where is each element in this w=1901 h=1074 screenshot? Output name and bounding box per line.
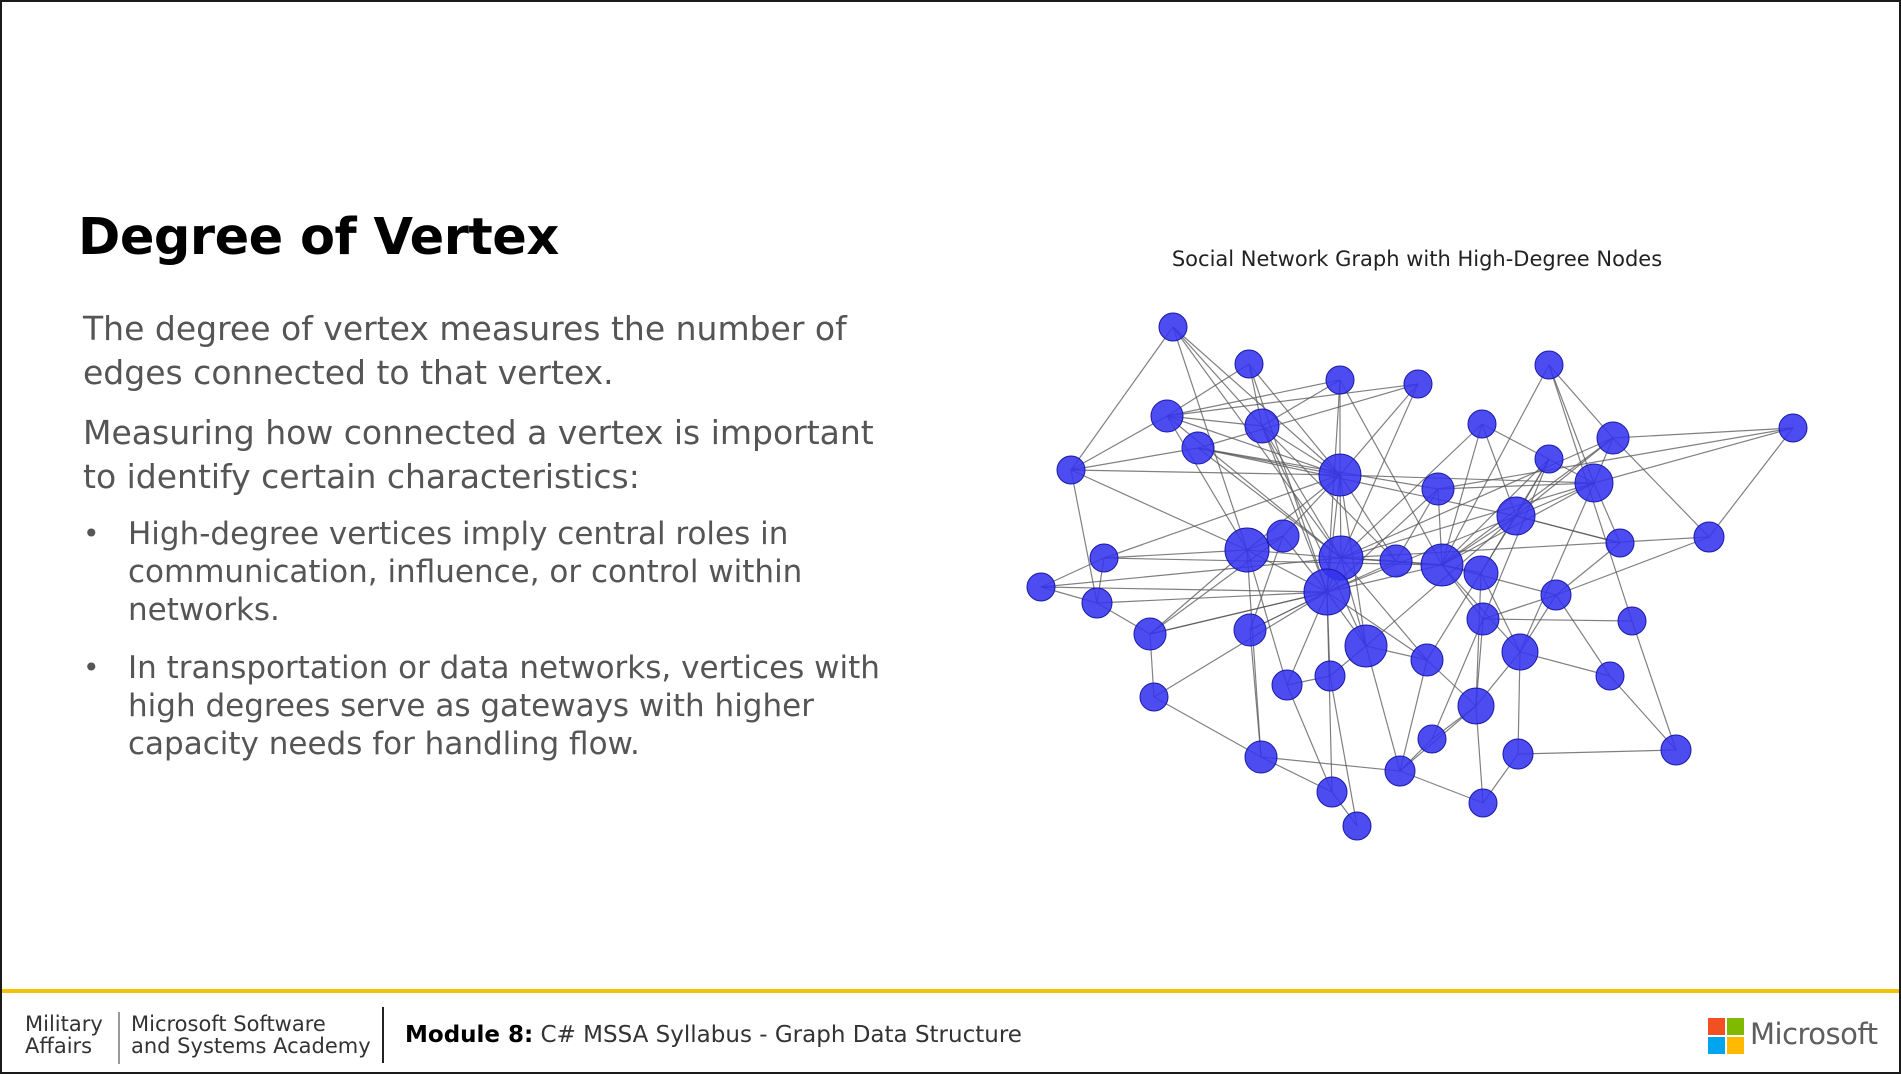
graph-edge — [1399, 659, 1428, 772]
graph-node — [1233, 613, 1267, 647]
graph-edge — [1441, 364, 1550, 566]
graph-node — [1181, 431, 1215, 465]
footer-module: Module 8: C# MSSA Syllabus - Graph Data … — [405, 1022, 1022, 1048]
graph-node — [1502, 738, 1534, 770]
graph-node — [1421, 472, 1455, 506]
graph-node — [1693, 521, 1725, 553]
logo-square — [1727, 1018, 1744, 1035]
graph-edge — [1631, 620, 1677, 751]
logo-square — [1708, 1037, 1725, 1054]
graph-edge — [1070, 469, 1341, 476]
graph-node — [1417, 724, 1447, 754]
graph-node — [1501, 633, 1539, 671]
graph-node — [1496, 496, 1536, 536]
graph-node — [1089, 543, 1119, 573]
graph-node — [1540, 579, 1572, 611]
graph-node — [1344, 624, 1388, 668]
slide: Degree of Vertex The degree of vertex me… — [0, 0, 1901, 1074]
graph-node — [1617, 606, 1647, 636]
graph-node — [1026, 572, 1056, 602]
graph-node — [1244, 408, 1280, 444]
microsoft-logo-icon — [1708, 1018, 1744, 1054]
logo-square — [1708, 1018, 1725, 1035]
graph-node — [1325, 365, 1355, 395]
graph-node — [1463, 555, 1499, 591]
graph-node — [1314, 660, 1346, 692]
graph-edge — [1260, 756, 1401, 772]
footer-academy-line1: Microsoft Software — [131, 1012, 326, 1036]
graph-node — [1403, 369, 1433, 399]
graph-node — [1081, 587, 1113, 619]
logo-square — [1727, 1037, 1744, 1054]
footer-academy-name: Microsoft Software and Systems Academy — [131, 1013, 371, 1057]
graph-node — [1596, 421, 1630, 455]
graph-node — [1468, 788, 1498, 818]
graph-node — [1056, 455, 1086, 485]
footer-module-text: C# MSSA Syllabus - Graph Data Structure — [533, 1022, 1022, 1048]
graph-node — [1150, 399, 1184, 433]
graph-node — [1410, 643, 1444, 677]
graph-node — [1595, 661, 1625, 691]
graph-node — [1244, 740, 1278, 774]
graph-node — [1660, 734, 1692, 766]
graph-edge — [1040, 557, 1342, 588]
graph-node — [1574, 463, 1614, 503]
footer-org-name: Military Affairs — [25, 1013, 103, 1057]
graph-node — [1234, 349, 1264, 379]
graph-edge — [1612, 437, 1710, 538]
graph-node — [1420, 543, 1464, 587]
footer-org-line1: Military — [25, 1012, 103, 1036]
graph-node — [1271, 669, 1303, 701]
graph-node — [1466, 602, 1500, 636]
graph-node — [1457, 687, 1495, 725]
footer-divider — [118, 1012, 120, 1064]
graph-edge — [1437, 482, 1595, 490]
graph-node — [1379, 544, 1413, 578]
graph-edge — [1070, 469, 1248, 551]
network-graph — [1026, 312, 1808, 841]
graph-edge — [1326, 591, 1333, 793]
footer-divider — [382, 1007, 384, 1063]
graph-node — [1266, 519, 1300, 553]
graph-node — [1467, 409, 1497, 439]
graph-node — [1605, 528, 1635, 558]
microsoft-wordmark: Microsoft — [1750, 1017, 1878, 1051]
footer-module-label: Module 8: — [405, 1022, 534, 1048]
graph-edge — [1286, 684, 1333, 793]
graph-edge — [1475, 572, 1482, 707]
graph-node — [1133, 617, 1167, 651]
graph-edge — [1482, 458, 1550, 620]
graph-node — [1342, 811, 1372, 841]
graph-edge — [1096, 591, 1328, 604]
graph-edge — [1153, 696, 1262, 758]
graph-edge — [1070, 326, 1174, 471]
graph-node — [1224, 527, 1270, 573]
graph-node — [1534, 444, 1564, 474]
graph-node — [1158, 312, 1188, 342]
graph-node — [1139, 682, 1169, 712]
footer-org-line2: Affairs — [25, 1034, 93, 1058]
graph-edge — [1040, 586, 1328, 593]
graph-node — [1303, 568, 1351, 616]
footer-academy-line2: and Systems Academy — [131, 1034, 371, 1058]
graph-edge — [1249, 629, 1262, 758]
graph-edge — [1708, 427, 1794, 538]
graph-node — [1534, 350, 1564, 380]
graph-node — [1384, 755, 1416, 787]
graph-node — [1778, 413, 1808, 443]
graph-edge — [1517, 749, 1677, 755]
graph-edge — [1482, 618, 1633, 622]
footer-accent-line — [2, 989, 1899, 993]
graph-edge — [1166, 383, 1419, 417]
graph-node — [1316, 776, 1348, 808]
graph-node — [1318, 453, 1362, 497]
